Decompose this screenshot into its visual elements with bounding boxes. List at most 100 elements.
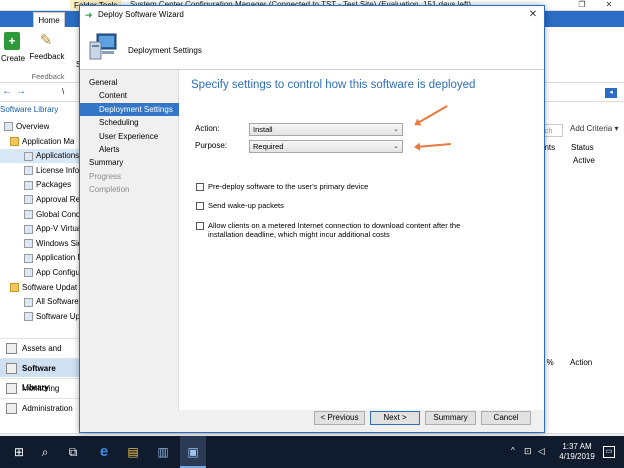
workspace-button[interactable]: Software Library: [0, 358, 80, 392]
clock-time: 1:37 AM: [562, 442, 592, 451]
summary-button[interactable]: Summary: [425, 411, 476, 425]
wizard-close-button[interactable]: ✕: [526, 8, 540, 22]
feedback-button[interactable]: ✎ Feedback: [28, 30, 64, 70]
create-icon: +: [4, 32, 20, 50]
workspace-button[interactable]: Monitoring: [0, 378, 80, 397]
node-icon: [24, 268, 33, 278]
refresh-icon[interactable]: ◂: [605, 88, 617, 98]
wizard-steps-pane: General Content Deployment Settings Schedul…: [80, 70, 179, 410]
sccm-console-taskbar-icon[interactable]: ▣: [180, 436, 206, 468]
workspace-icon: [6, 363, 17, 374]
tab-file[interactable]: [0, 11, 30, 27]
purpose-dropdown[interactable]: Required ⌄: [249, 140, 403, 153]
start-button-icon[interactable]: ⊞: [6, 436, 32, 468]
tree-item[interactable]: Software Updat: [0, 281, 77, 295]
clock-date: 4/19/2019: [559, 452, 595, 461]
create-button[interactable]: + Create: [1, 30, 25, 70]
tree-item[interactable]: Packages: [0, 178, 71, 192]
wizard-step[interactable]: Scheduling: [99, 116, 139, 129]
tray-overflow-icon[interactable]: ^: [511, 446, 515, 455]
tree-item[interactable]: Global Conditi: [0, 208, 86, 222]
tree-item[interactable]: Software Upd: [0, 310, 84, 324]
wizard-step[interactable]: Content: [99, 89, 127, 102]
option-checkbox[interactable]: [196, 222, 204, 230]
workspace-button[interactable]: Administration: [0, 398, 80, 417]
folder-icon: [10, 136, 19, 146]
node-icon: [24, 224, 33, 234]
tree-item-label: Software Upd: [36, 311, 85, 321]
node-icon: [24, 297, 33, 307]
previous-button[interactable]: < Previous: [314, 411, 365, 425]
annotation-arrow: [415, 105, 448, 125]
column-header-status[interactable]: Status: [571, 143, 594, 152]
tree-item[interactable]: License Inform: [0, 164, 88, 178]
wizard-step[interactable]: Alerts: [99, 143, 119, 156]
tree-item[interactable]: Application Ma: [0, 135, 74, 149]
chevron-down-icon: ⌄: [393, 143, 399, 150]
tree-item-label: Application M: [36, 253, 85, 263]
node-icon: [24, 166, 33, 176]
option-label[interactable]: Send wake-up packets: [208, 201, 284, 210]
wizard-step[interactable]: Deployment Settings: [80, 102, 179, 116]
option-checkbox[interactable]: [196, 183, 204, 191]
tree-item[interactable]: App Configura: [0, 266, 87, 280]
tree-item[interactable]: Windows Side: [0, 237, 87, 251]
navigation-tree: Overview Application Ma Applications Licens…: [0, 120, 89, 330]
wizard-page-header: Deployment Settings: [128, 46, 202, 55]
workspace-button[interactable]: Assets and Comp: [0, 338, 80, 372]
workspace-header: Software Library: [0, 105, 59, 114]
wizard-step: Progress: [89, 171, 122, 181]
tree-item-label: Software Updat: [22, 282, 78, 292]
computer-icon: [89, 33, 117, 60]
page-title: Specify settings to control how this sof…: [191, 79, 476, 91]
wizard-step[interactable]: General: [89, 76, 117, 89]
cancel-button[interactable]: Cancel: [481, 411, 531, 425]
next-button[interactable]: Next >: [370, 411, 420, 425]
network-icon[interactable]: ⊡: [524, 446, 532, 457]
workspace-icon: [6, 343, 17, 354]
restore-button[interactable]: ❐: [573, 0, 591, 11]
action-label: Action:: [195, 124, 220, 133]
forward-arrow-icon[interactable]: →: [16, 85, 28, 99]
sccm-console: Folder Tools System Center Configuration…: [0, 0, 624, 468]
tree-item[interactable]: Approval Requ: [0, 193, 89, 207]
workspace-button-label: Administration: [22, 404, 73, 413]
wizard-step[interactable]: Summary: [89, 156, 123, 169]
wizard-content: Specify settings to control how this sof…: [179, 70, 544, 410]
task-view-icon[interactable]: ⧉: [60, 436, 86, 468]
node-icon: [4, 122, 13, 132]
back-arrow-icon[interactable]: ←: [2, 85, 14, 99]
node-icon: [24, 312, 33, 322]
tree-item-label: Applications: [36, 151, 80, 161]
action-value: Install: [253, 125, 273, 134]
wizard-title: Deploy Software Wizard: [98, 10, 184, 19]
volume-icon[interactable]: ◁: [538, 446, 545, 457]
tab-home[interactable]: Home: [33, 12, 65, 27]
tree-item[interactable]: App-V Virtual: [0, 222, 83, 236]
option-label[interactable]: Allow clients on a metered Internet conn…: [208, 221, 460, 239]
tree-item[interactable]: All Software U: [0, 295, 87, 309]
workspace-switcher: Assets and CompSoftware LibraryMonitorin…: [0, 338, 80, 418]
wizard-step[interactable]: User Experience: [99, 130, 158, 143]
option-label[interactable]: Pre-deploy software to the user's primar…: [208, 182, 368, 191]
notifications-icon[interactable]: ▭: [603, 446, 615, 458]
file-explorer-icon[interactable]: ▤: [120, 436, 146, 468]
option-checkbox[interactable]: [196, 202, 204, 210]
annotation-arrow: [415, 142, 451, 148]
wizard-banner: Deployment Settings: [80, 24, 544, 70]
tree-item[interactable]: Application M: [0, 251, 84, 265]
tree-item[interactable]: Applications: [0, 149, 80, 164]
clock[interactable]: 1:37 AM 4/19/2019: [556, 442, 598, 462]
wizard-step: Completion: [89, 185, 130, 195]
column-header-action[interactable]: Action: [570, 358, 592, 367]
server-manager-icon[interactable]: ▥: [150, 436, 176, 468]
node-icon: [24, 151, 33, 161]
action-dropdown[interactable]: Install ⌄: [249, 123, 403, 136]
edge-browser-icon[interactable]: e: [91, 436, 117, 468]
workspace-icon: [6, 403, 17, 414]
breadcrumb[interactable]: \: [62, 87, 64, 96]
tree-item[interactable]: Overview: [0, 120, 49, 134]
close-button[interactable]: ✕: [600, 0, 618, 11]
add-criteria-button[interactable]: Add Criteria ▾: [570, 124, 618, 133]
search-icon[interactable]: ⌕: [32, 436, 58, 468]
